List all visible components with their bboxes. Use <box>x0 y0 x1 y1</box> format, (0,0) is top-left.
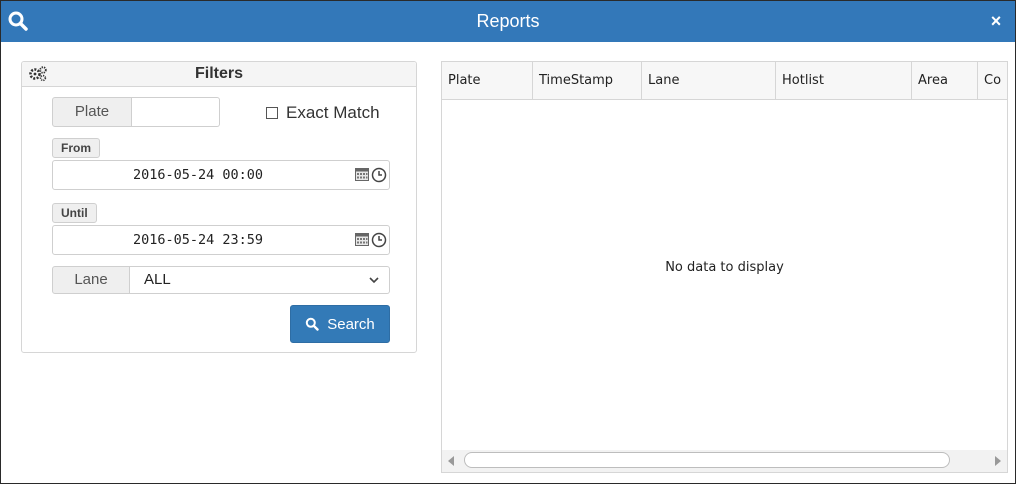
reports-window: Reports × Filters Plate Exact Match From… <box>0 0 1016 484</box>
plate-input[interactable] <box>132 97 220 127</box>
search-icon <box>306 317 319 331</box>
until-label: Until <box>52 203 97 223</box>
grid-header: Plate TimeStamp Lane Hotlist Area Co <box>442 62 1007 100</box>
calendar-icon[interactable] <box>355 233 369 246</box>
until-datetime-field[interactable]: 2016-05-24 23:59 <box>52 225 390 255</box>
scrollbar-thumb[interactable] <box>464 452 950 468</box>
clock-icon[interactable] <box>371 232 387 248</box>
horizontal-scrollbar[interactable] <box>442 450 1007 472</box>
window-title: Reports <box>476 11 540 31</box>
column-header-area[interactable]: Area <box>912 62 978 99</box>
lane-selected-value[interactable]: ALL <box>144 267 171 293</box>
lane-label: Lane <box>52 266 130 294</box>
exact-match-label: Exact Match <box>286 103 380 122</box>
empty-message: No data to display <box>665 260 784 275</box>
column-header-hotlist[interactable]: Hotlist <box>776 62 912 99</box>
filters-header: Filters <box>22 62 416 87</box>
plate-label: Plate <box>52 97 132 127</box>
column-header-plate[interactable]: Plate <box>442 62 533 99</box>
from-label: From <box>52 138 100 158</box>
scroll-right-icon[interactable] <box>995 456 1001 466</box>
until-datetime-value[interactable]: 2016-05-24 23:59 <box>133 226 263 254</box>
filters-panel: Filters Plate Exact Match From 2016-05-2… <box>21 61 417 353</box>
clock-icon[interactable] <box>371 167 387 183</box>
results-grid: Plate TimeStamp Lane Hotlist Area Co No … <box>441 61 1008 473</box>
chevron-down-icon[interactable] <box>369 276 379 284</box>
column-header-timestamp[interactable]: TimeStamp <box>533 62 642 99</box>
close-icon[interactable]: × <box>987 11 1005 31</box>
from-datetime-value[interactable]: 2016-05-24 00:00 <box>133 161 263 189</box>
scroll-left-icon[interactable] <box>448 456 454 466</box>
exact-match-checkbox[interactable]: Exact Match <box>266 102 380 124</box>
search-button-label: Search <box>327 315 375 333</box>
column-header-lane[interactable]: Lane <box>642 62 776 99</box>
calendar-icon[interactable] <box>355 168 369 181</box>
exact-match-box[interactable] <box>266 107 278 119</box>
from-datetime-field[interactable]: 2016-05-24 00:00 <box>52 160 390 190</box>
column-header-co[interactable]: Co <box>978 62 1007 99</box>
filters-title: Filters <box>194 65 243 82</box>
search-button[interactable]: Search <box>290 305 390 343</box>
lane-select[interactable]: ALL <box>130 266 390 294</box>
title-bar: Reports × <box>1 1 1015 42</box>
